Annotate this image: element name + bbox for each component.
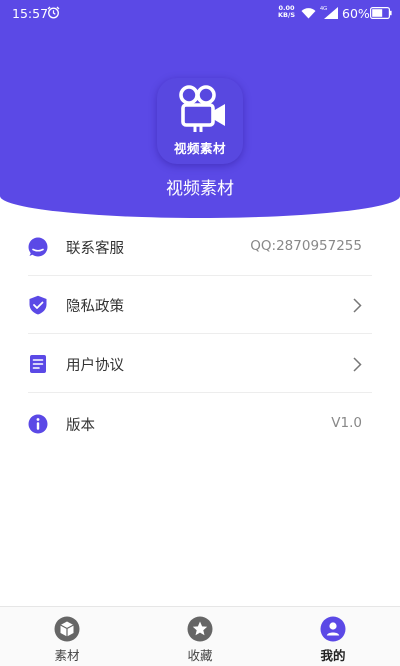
version-value: V1.0: [331, 415, 362, 431]
network-speed: 0.00 KB/S: [278, 5, 295, 19]
menu-label: 联系客服: [66, 241, 124, 257]
alarm-icon: [47, 6, 60, 19]
cube-icon: [54, 616, 80, 642]
status-time: 15:57: [12, 6, 49, 21]
divider: [28, 392, 372, 393]
cell-signal-icon: 4G: [320, 6, 338, 19]
divider: [28, 333, 372, 334]
menu-label: 隐私政策: [66, 299, 124, 315]
info-icon: [28, 414, 48, 434]
menu-item-user-agreement[interactable]: 用户协议: [0, 335, 400, 393]
user-icon: [320, 616, 346, 642]
network-type-label: 4G: [320, 6, 327, 12]
menu-item-contact-support[interactable]: 联系客服 QQ:2870957255: [0, 218, 400, 276]
chevron-right-icon: [353, 357, 362, 372]
nav-tab-favorites[interactable]: 收藏: [160, 607, 240, 666]
nav-tab-mine[interactable]: 我的: [293, 607, 373, 666]
shield-check-icon: [29, 295, 47, 315]
chevron-right-icon: [353, 298, 362, 313]
bottom-nav: 素材 收藏 我的: [0, 606, 400, 666]
app-logo: 视频素材: [157, 78, 243, 164]
battery-percent: 60%: [342, 6, 370, 21]
battery-icon: [370, 7, 392, 19]
nav-label: 素材: [54, 648, 80, 663]
wifi-icon: [301, 8, 316, 19]
menu-label: 用户协议: [66, 358, 124, 374]
profile-header: 15:57 0.00 KB/S 4G 60% 视频素材 视频素材: [0, 0, 400, 218]
menu-label: 版本: [66, 418, 95, 434]
nav-label: 收藏: [187, 648, 213, 663]
app-name: 视频素材: [166, 179, 234, 199]
nav-tab-materials[interactable]: 素材: [27, 607, 107, 666]
logo-text: 视频素材: [173, 141, 226, 156]
status-bar: 15:57 0.00 KB/S 4G 60%: [0, 0, 400, 28]
chat-bubble-icon: [28, 237, 48, 257]
document-icon: [30, 355, 46, 373]
contact-qq-value: QQ:2870957255: [250, 238, 362, 254]
network-speed-unit: KB/S: [278, 11, 296, 19]
menu-item-privacy-policy[interactable]: 隐私政策: [0, 276, 400, 334]
star-icon: [187, 616, 213, 642]
nav-label: 我的: [320, 648, 346, 663]
menu-item-version: 版本 V1.0: [0, 395, 400, 453]
movie-camera-icon: [179, 85, 225, 132]
